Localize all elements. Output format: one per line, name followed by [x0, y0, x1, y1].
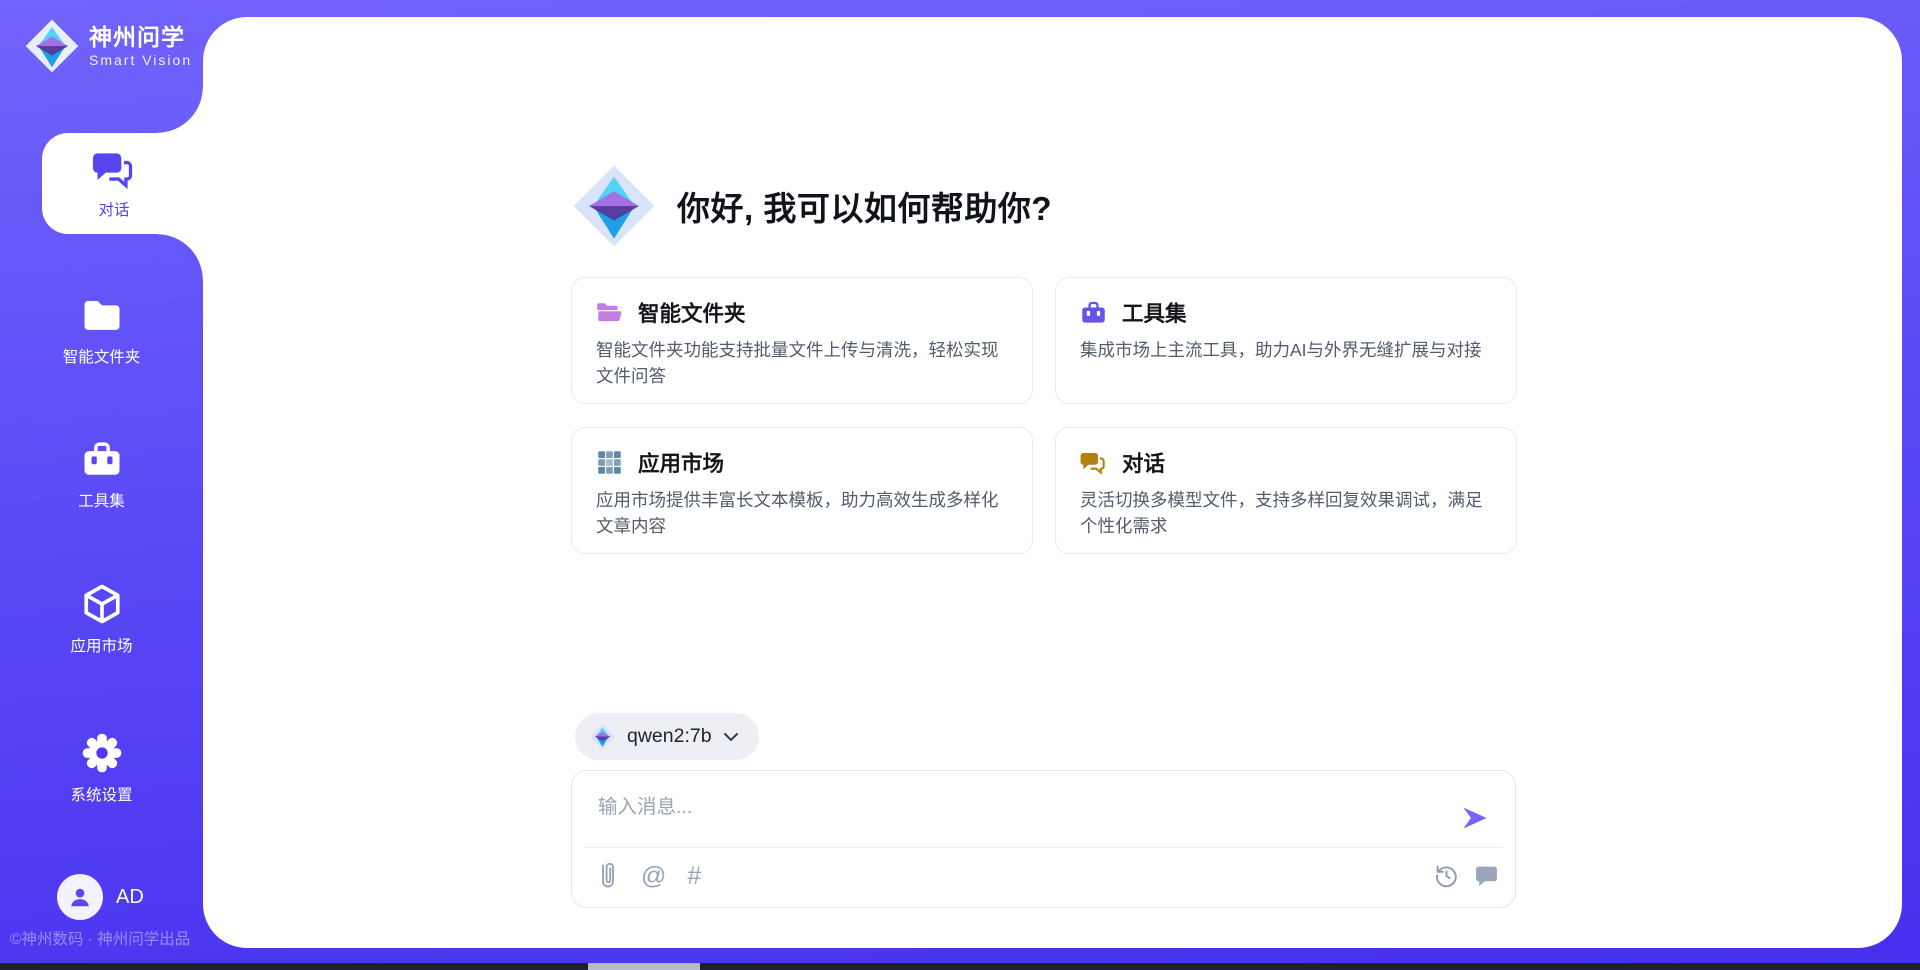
card-title: 工具集	[1122, 297, 1187, 328]
card-description: 应用市场提供丰富长文本模板，助力高效生成多样化文章内容	[596, 487, 1008, 540]
model-name: qwen2:7b	[627, 725, 712, 748]
app-window: 神州问学 Smart Vision 对话 智能文件夹	[0, 0, 1920, 970]
scrollbar-thumb[interactable]	[588, 963, 700, 970]
history-icon[interactable]	[1434, 863, 1459, 888]
card-app-market[interactable]: 应用市场 应用市场提供丰富长文本模板，助力高效生成多样化文章内容	[571, 427, 1033, 554]
user-account[interactable]: AD	[57, 874, 144, 920]
toolbox-icon	[80, 438, 124, 480]
sidebar-item-smart-folder[interactable]: 智能文件夹	[0, 294, 203, 367]
main-panel: 你好, 我可以如何帮助你? 智能文件夹 智能文件夹功能支持批量文件上传与清洗，轻…	[203, 17, 1902, 948]
sidebar-item-settings[interactable]: 系统设置	[0, 732, 203, 805]
composer-divider	[584, 847, 1503, 848]
message-input[interactable]	[596, 789, 1440, 825]
sidebar-item-app-market[interactable]: 应用市场	[0, 583, 203, 656]
folder-icon	[596, 299, 623, 326]
cube-icon	[80, 583, 124, 625]
card-smart-folder[interactable]: 智能文件夹 智能文件夹功能支持批量文件上传与清洗，轻松实现文件问答	[571, 277, 1033, 404]
card-title: 应用市场	[638, 447, 724, 478]
sidebar-item-label: 系统设置	[70, 783, 132, 805]
card-description: 智能文件夹功能支持批量文件上传与清洗，轻松实现文件问答	[596, 337, 1008, 390]
horizontal-scrollbar	[0, 963, 1920, 970]
attachment-icon[interactable]	[596, 861, 620, 891]
card-title: 智能文件夹	[638, 297, 746, 328]
brand: 神州问学 Smart Vision	[24, 18, 192, 74]
sidebar-item-toolset[interactable]: 工具集	[0, 438, 203, 511]
feature-cards: 智能文件夹 智能文件夹功能支持批量文件上传与清洗，轻松实现文件问答 工具集	[571, 277, 1517, 554]
apps-grid-icon	[596, 449, 623, 476]
sidebar-item-label: 对话	[98, 198, 129, 220]
brand-tagline: Smart Vision	[89, 52, 192, 68]
message-composer: @ #	[571, 770, 1516, 908]
chat-bubbles-icon	[90, 147, 138, 191]
greeting-text: 你好, 我可以如何帮助你?	[677, 182, 1052, 230]
sidebar-item-label: 工具集	[78, 489, 125, 511]
sidebar-item-chat[interactable]: 对话	[42, 133, 203, 234]
brand-logo-icon	[24, 18, 80, 74]
avatar	[57, 874, 103, 920]
chat-bubbles-icon	[1080, 449, 1107, 476]
copyright-footer: ©神州数码 · 神州问学出品	[10, 927, 190, 949]
brand-name: 神州问学	[89, 24, 192, 50]
sidebar: 神州问学 Smart Vision 对话 智能文件夹	[0, 0, 203, 970]
user-name: AD	[116, 886, 144, 909]
card-description: 集成市场上主流工具，助力AI与外界无缝扩展与对接	[1080, 337, 1492, 363]
greeting-logo-icon	[571, 163, 657, 249]
sidebar-item-label: 智能文件夹	[63, 345, 141, 367]
toolbox-icon	[1080, 299, 1107, 326]
folder-icon	[80, 294, 124, 336]
gear-icon	[80, 732, 124, 774]
person-icon	[67, 884, 93, 910]
greeting: 你好, 我可以如何帮助你?	[571, 163, 1052, 249]
chat-bubble-icon[interactable]	[1474, 863, 1499, 888]
chevron-down-icon	[723, 732, 739, 742]
sidebar-item-label: 应用市场	[70, 634, 132, 656]
mention-icon[interactable]: @	[641, 864, 666, 889]
card-description: 灵活切换多模型文件，支持多样回复效果调试，满足个性化需求	[1080, 487, 1492, 540]
hashtag-icon[interactable]: #	[687, 864, 701, 889]
card-title: 对话	[1122, 447, 1165, 478]
card-chat[interactable]: 对话 灵活切换多模型文件，支持多样回复效果调试，满足个性化需求	[1055, 427, 1517, 554]
card-toolset[interactable]: 工具集 集成市场上主流工具，助力AI与外界无缝扩展与对接	[1055, 277, 1517, 404]
model-logo-icon	[589, 723, 616, 750]
send-icon[interactable]	[1461, 804, 1489, 832]
model-selector[interactable]: qwen2:7b	[575, 713, 759, 760]
